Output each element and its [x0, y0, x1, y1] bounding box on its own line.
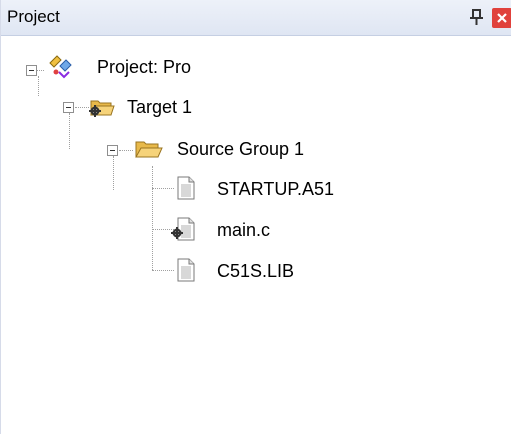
- tree-node-file[interactable]: STARTUP.A51: [217, 179, 334, 200]
- collapse-toggle-project[interactable]: [26, 65, 37, 76]
- tree-node-file[interactable]: main.c: [217, 220, 270, 241]
- project-tree: Project: Pro Target 1 Source Group 1 STA…: [1, 36, 511, 434]
- file-icon: [171, 257, 199, 283]
- tree-connector: [113, 156, 114, 190]
- tree-connector: [69, 113, 70, 149]
- panel-titlebar: Project: [1, 0, 511, 36]
- tree-node-target[interactable]: Target 1: [127, 97, 192, 118]
- tree-node-file[interactable]: C51S.LIB: [217, 261, 294, 282]
- project-panel: Project Project: Pro Target 1 Source Gro…: [0, 0, 511, 434]
- tree-connector: [152, 166, 153, 270]
- file-icon: [171, 175, 199, 201]
- tree-node-source-group[interactable]: Source Group 1: [177, 139, 304, 160]
- target-folder-icon: [87, 94, 115, 120]
- close-icon[interactable]: [492, 8, 511, 28]
- folder-icon: [133, 136, 163, 162]
- tree-connector: [119, 150, 133, 151]
- tree-node-project[interactable]: Project: Pro: [97, 57, 191, 78]
- panel-title: Project: [7, 7, 60, 26]
- pin-icon[interactable]: [467, 6, 487, 28]
- project-icon: [47, 54, 75, 80]
- collapse-toggle-target[interactable]: [63, 102, 74, 113]
- collapse-toggle-group[interactable]: [107, 145, 118, 156]
- tree-connector: [38, 76, 39, 96]
- file-modified-icon: [171, 216, 199, 242]
